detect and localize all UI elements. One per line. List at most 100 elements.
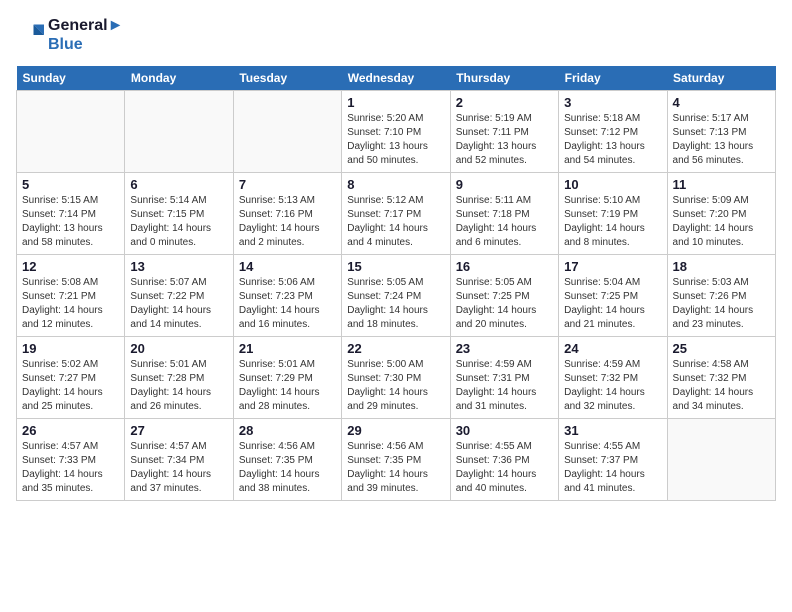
- weekday-header: Saturday: [667, 66, 775, 91]
- calendar-cell: 15 Sunrise: 5:05 AMSunset: 7:24 PMDayligh…: [342, 255, 450, 337]
- calendar-cell: 11Sunrise: 5:09 AMSunset: 7:20 PMDayligh…: [667, 173, 775, 255]
- calendar-cell: 20Sunrise: 5:01 AMSunset: 7:28 PMDayligh…: [125, 337, 233, 419]
- day-number: 7: [239, 177, 336, 192]
- day-number: 4: [673, 95, 770, 110]
- calendar-cell: [233, 91, 341, 173]
- day-info: Sunrise: 5:20 AMSunset: 7:10 PMDaylight:…: [347, 112, 444, 168]
- calendar-cell: 14Sunrise: 5:06 AMSunset: 7:23 PMDayligh…: [233, 255, 341, 337]
- day-info: Sunrise: 5:01 AMSunset: 7:28 PMDaylight:…: [130, 358, 227, 414]
- day-number: 5: [22, 177, 119, 192]
- calendar-cell: 4 Sunrise: 5:17 AMSunset: 7:13 PMDaylight…: [667, 91, 775, 173]
- day-number: 23: [456, 341, 553, 356]
- logo-icon: [16, 21, 44, 49]
- day-info: Sunrise: 4:55 AMSunset: 7:36 PMDaylight:…: [456, 440, 553, 496]
- day-info: Sunrise: 5:04 AMSunset: 7:25 PMDaylight:…: [564, 276, 661, 332]
- day-info: Sunrise: 5:14 AMSunset: 7:15 PMDaylight:…: [130, 194, 227, 250]
- calendar-cell: 5 Sunrise: 5:15 AMSunset: 7:14 PMDaylight…: [17, 173, 125, 255]
- calendar-week-row: 1 Sunrise: 5:20 AMSunset: 7:10 PMDaylight…: [17, 91, 776, 173]
- day-info: Sunrise: 5:06 AMSunset: 7:23 PMDaylight:…: [239, 276, 336, 332]
- day-info: Sunrise: 4:57 AMSunset: 7:34 PMDaylight:…: [130, 440, 227, 496]
- day-info: Sunrise: 5:10 AMSunset: 7:19 PMDaylight:…: [564, 194, 661, 250]
- calendar-cell: 16Sunrise: 5:05 AMSunset: 7:25 PMDayligh…: [450, 255, 558, 337]
- calendar-cell: 27 Sunrise: 4:57 AMSunset: 7:34 PMDayligh…: [125, 419, 233, 501]
- calendar-cell: 23 Sunrise: 4:59 AMSunset: 7:31 PMDayligh…: [450, 337, 558, 419]
- day-number: 2: [456, 95, 553, 110]
- calendar-cell: [125, 91, 233, 173]
- calendar-cell: 19Sunrise: 5:02 AMSunset: 7:27 PMDayligh…: [17, 337, 125, 419]
- day-info: Sunrise: 5:01 AMSunset: 7:29 PMDaylight:…: [239, 358, 336, 414]
- day-number: 13: [130, 259, 227, 274]
- calendar-cell: 30 Sunrise: 4:55 AMSunset: 7:36 PMDayligh…: [450, 419, 558, 501]
- day-number: 8: [347, 177, 444, 192]
- weekday-header: Friday: [559, 66, 667, 91]
- day-info: Sunrise: 5:12 AMSunset: 7:17 PMDaylight:…: [347, 194, 444, 250]
- day-info: Sunrise: 4:59 AMSunset: 7:31 PMDaylight:…: [456, 358, 553, 414]
- day-number: 3: [564, 95, 661, 110]
- day-number: 17: [564, 259, 661, 274]
- day-info: Sunrise: 5:11 AMSunset: 7:18 PMDaylight:…: [456, 194, 553, 250]
- day-info: Sunrise: 5:15 AMSunset: 7:14 PMDaylight:…: [22, 194, 119, 250]
- day-number: 11: [673, 177, 770, 192]
- calendar-cell: 3 Sunrise: 5:18 AMSunset: 7:12 PMDaylight…: [559, 91, 667, 173]
- day-info: Sunrise: 4:57 AMSunset: 7:33 PMDaylight:…: [22, 440, 119, 496]
- calendar-cell: 17 Sunrise: 5:04 AMSunset: 7:25 PMDayligh…: [559, 255, 667, 337]
- calendar-cell: 1 Sunrise: 5:20 AMSunset: 7:10 PMDaylight…: [342, 91, 450, 173]
- day-number: 12: [22, 259, 119, 274]
- calendar-cell: 24 Sunrise: 4:59 AMSunset: 7:32 PMDayligh…: [559, 337, 667, 419]
- calendar-cell: 12 Sunrise: 5:08 AMSunset: 7:21 PMDayligh…: [17, 255, 125, 337]
- calendar-cell: [17, 91, 125, 173]
- day-info: Sunrise: 5:08 AMSunset: 7:21 PMDaylight:…: [22, 276, 119, 332]
- calendar-cell: 9Sunrise: 5:11 AMSunset: 7:18 PMDaylight…: [450, 173, 558, 255]
- day-info: Sunrise: 4:59 AMSunset: 7:32 PMDaylight:…: [564, 358, 661, 414]
- calendar-cell: 18 Sunrise: 5:03 AMSunset: 7:26 PMDayligh…: [667, 255, 775, 337]
- day-number: 15: [347, 259, 444, 274]
- day-number: 28: [239, 423, 336, 438]
- day-number: 26: [22, 423, 119, 438]
- calendar-cell: 2Sunrise: 5:19 AMSunset: 7:11 PMDaylight…: [450, 91, 558, 173]
- day-number: 29: [347, 423, 444, 438]
- day-number: 25: [673, 341, 770, 356]
- day-number: 27: [130, 423, 227, 438]
- day-info: Sunrise: 5:07 AMSunset: 7:22 PMDaylight:…: [130, 276, 227, 332]
- day-number: 31: [564, 423, 661, 438]
- calendar-week-row: 19Sunrise: 5:02 AMSunset: 7:27 PMDayligh…: [17, 337, 776, 419]
- day-info: Sunrise: 5:03 AMSunset: 7:26 PMDaylight:…: [673, 276, 770, 332]
- weekday-header: Tuesday: [233, 66, 341, 91]
- calendar-cell: 25 Sunrise: 4:58 AMSunset: 7:32 PMDayligh…: [667, 337, 775, 419]
- logo-text: General► Blue: [48, 16, 123, 54]
- calendar-week-row: 12 Sunrise: 5:08 AMSunset: 7:21 PMDayligh…: [17, 255, 776, 337]
- day-info: Sunrise: 5:13 AMSunset: 7:16 PMDaylight:…: [239, 194, 336, 250]
- weekday-header: Sunday: [17, 66, 125, 91]
- day-number: 1: [347, 95, 444, 110]
- day-number: 6: [130, 177, 227, 192]
- day-info: Sunrise: 5:17 AMSunset: 7:13 PMDaylight:…: [673, 112, 770, 168]
- calendar-cell: 28 Sunrise: 4:56 AMSunset: 7:35 PMDayligh…: [233, 419, 341, 501]
- calendar-cell: 22 Sunrise: 5:00 AMSunset: 7:30 PMDayligh…: [342, 337, 450, 419]
- calendar-week-row: 26 Sunrise: 4:57 AMSunset: 7:33 PMDayligh…: [17, 419, 776, 501]
- weekday-header: Monday: [125, 66, 233, 91]
- day-info: Sunrise: 4:55 AMSunset: 7:37 PMDaylight:…: [564, 440, 661, 496]
- day-number: 22: [347, 341, 444, 356]
- calendar-cell: 6 Sunrise: 5:14 AMSunset: 7:15 PMDaylight…: [125, 173, 233, 255]
- weekday-header: Wednesday: [342, 66, 450, 91]
- day-info: Sunrise: 5:00 AMSunset: 7:30 PMDaylight:…: [347, 358, 444, 414]
- day-info: Sunrise: 5:05 AMSunset: 7:24 PMDaylight:…: [347, 276, 444, 332]
- day-number: 18: [673, 259, 770, 274]
- day-number: 16: [456, 259, 553, 274]
- day-info: Sunrise: 4:56 AMSunset: 7:35 PMDaylight:…: [347, 440, 444, 496]
- day-number: 24: [564, 341, 661, 356]
- day-number: 30: [456, 423, 553, 438]
- day-number: 19: [22, 341, 119, 356]
- calendar-week-row: 5 Sunrise: 5:15 AMSunset: 7:14 PMDaylight…: [17, 173, 776, 255]
- calendar-cell: 13 Sunrise: 5:07 AMSunset: 7:22 PMDayligh…: [125, 255, 233, 337]
- calendar-cell: 7 Sunrise: 5:13 AMSunset: 7:16 PMDaylight…: [233, 173, 341, 255]
- day-info: Sunrise: 5:18 AMSunset: 7:12 PMDaylight:…: [564, 112, 661, 168]
- weekday-header-row: SundayMondayTuesdayWednesdayThursdayFrid…: [17, 66, 776, 91]
- day-info: Sunrise: 4:58 AMSunset: 7:32 PMDaylight:…: [673, 358, 770, 414]
- header: General► Blue: [16, 16, 776, 54]
- day-number: 21: [239, 341, 336, 356]
- day-info: Sunrise: 4:56 AMSunset: 7:35 PMDaylight:…: [239, 440, 336, 496]
- calendar-cell: 10Sunrise: 5:10 AMSunset: 7:19 PMDayligh…: [559, 173, 667, 255]
- calendar-cell: 8 Sunrise: 5:12 AMSunset: 7:17 PMDaylight…: [342, 173, 450, 255]
- logo: General► Blue: [16, 16, 123, 54]
